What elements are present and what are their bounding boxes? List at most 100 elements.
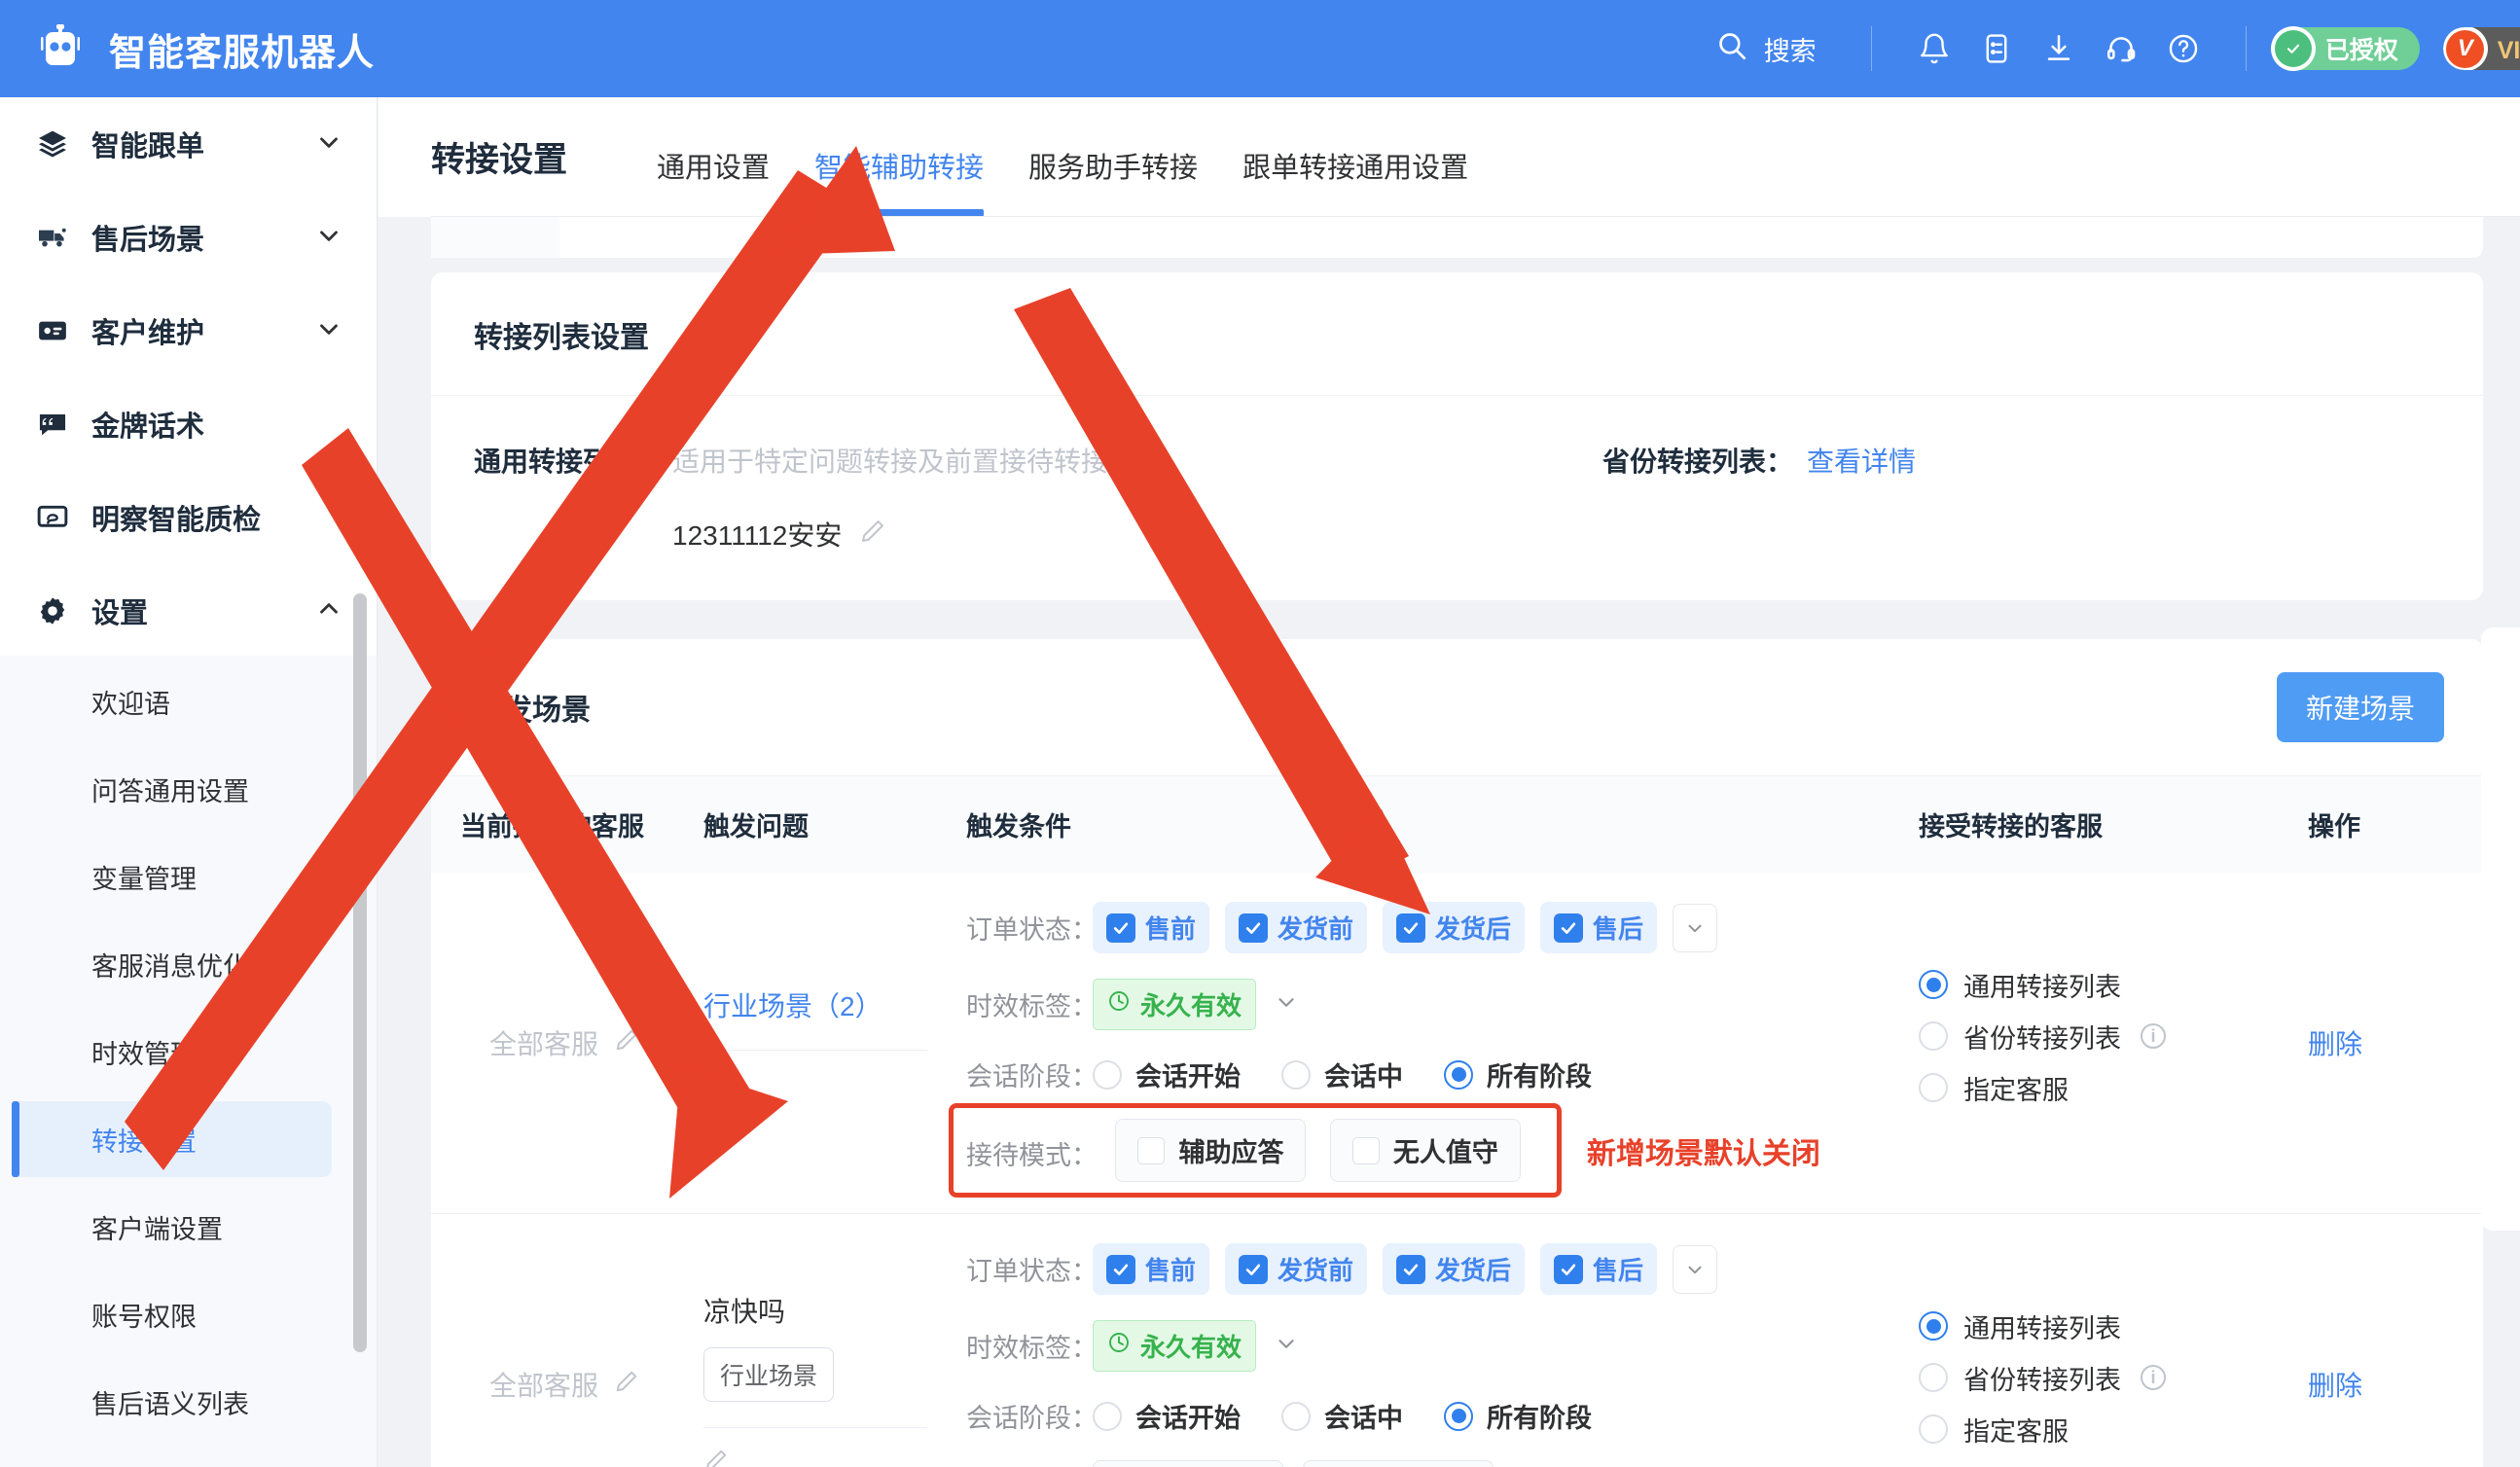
radio-label: 所有阶段 xyxy=(1487,1062,1592,1091)
order-status-chip-aftersale[interactable]: 售后 xyxy=(1540,902,1658,953)
sidebar-item-timeliness-management[interactable]: 时效管理 xyxy=(0,1008,377,1095)
order-status-row: 订单状态： 售前 发货前 发货后 售后 xyxy=(966,902,1919,953)
help-icon[interactable] xyxy=(2152,18,2214,80)
cell-question: 行业场景（2） xyxy=(703,873,966,1214)
sidebar-group-customer-maintenance[interactable]: 客户维护 xyxy=(0,284,377,377)
session-stage-option-start[interactable]: 会话开始 xyxy=(1093,1397,1241,1435)
sidebar-item-label: 欢迎语 xyxy=(91,689,170,719)
reception-mode-chip-unattended[interactable]: 无人值守 xyxy=(1303,1460,1494,1467)
order-status-expand-button[interactable] xyxy=(1673,903,1718,952)
info-icon[interactable]: i xyxy=(2141,1365,2166,1390)
sidebar-group-aftersale-scene[interactable]: 售后场景 xyxy=(0,191,377,284)
search-button[interactable]: 搜索 xyxy=(1715,29,1871,69)
radio-label: 会话开始 xyxy=(1135,1404,1241,1433)
chip-label: 发货后 xyxy=(1435,1256,1512,1285)
order-status-expand-button[interactable] xyxy=(1673,1244,1718,1294)
reception-mode-chip-assist[interactable]: 辅助应答 xyxy=(1115,1119,1307,1182)
time-tag-label: 时效标签： xyxy=(966,1334,1098,1363)
tab-label: 服务助手转接 xyxy=(1028,153,1199,184)
order-status-chip-postship[interactable]: 发货后 xyxy=(1383,1243,1526,1295)
question-link[interactable]: 行业场景（2） xyxy=(703,991,882,1021)
annotation-note: 新增场景默认关闭 xyxy=(1586,1137,1820,1170)
time-tag-value[interactable]: 永久有效 xyxy=(1093,1320,1257,1372)
sidebar-group-settings[interactable]: 设置 xyxy=(0,564,377,658)
transfer-list-card: 转接列表设置 通用转接列表： 适用于特定问题转接及前置接待转接 12311112… xyxy=(431,272,2483,600)
sidebar-item-variable-management[interactable]: 变量管理 xyxy=(0,833,377,920)
order-status-chip-preship[interactable]: 发货前 xyxy=(1225,1243,1368,1295)
headset-icon[interactable] xyxy=(2090,18,2152,80)
time-tag-chevron-down-icon[interactable] xyxy=(1274,989,1299,1020)
pencil-icon[interactable] xyxy=(614,1369,639,1401)
radio-icon xyxy=(1281,1059,1311,1090)
vip-logo-icon: V xyxy=(2442,27,2488,70)
transfer-list-title: 转接列表设置 xyxy=(431,272,2483,396)
table-row: 全部客服 行业场景（2） 订单状态： 售前 发货前 发货后 售后 时效标签： 永… xyxy=(431,873,2483,1214)
sidebar-group-smart-order[interactable]: 智能跟单 xyxy=(0,97,377,191)
download-icon[interactable] xyxy=(2028,18,2090,80)
check-icon xyxy=(1554,912,1584,943)
clipboard-icon[interactable] xyxy=(1965,18,2028,80)
delete-button[interactable]: 删除 xyxy=(2308,1029,2362,1059)
new-scene-button[interactable]: 新建场景 xyxy=(2276,672,2444,742)
sidebar-item-client-settings[interactable]: 客户端设置 xyxy=(0,1183,377,1270)
order-status-chip-presale[interactable]: 售前 xyxy=(1093,1243,1210,1295)
session-stage-option-all[interactable]: 所有阶段 xyxy=(1444,1397,1592,1435)
cell-accept: 通用转接列表 省份转接列表 i 指定客服 xyxy=(1919,1213,2308,1467)
pencil-icon[interactable] xyxy=(614,1027,639,1059)
radio-icon xyxy=(1281,1401,1311,1431)
radio-label: 会话中 xyxy=(1324,1062,1403,1091)
tab-smart-assist-transfer[interactable]: 智能辅助转接 xyxy=(814,145,985,217)
time-tag-chevron-down-icon[interactable] xyxy=(1274,1331,1299,1361)
delete-button[interactable]: 删除 xyxy=(2308,1371,2362,1401)
pencil-icon[interactable] xyxy=(859,518,886,552)
reception-mode-chip-unattended[interactable]: 无人值守 xyxy=(1329,1119,1521,1182)
order-status-chip-presale[interactable]: 售前 xyxy=(1093,902,1210,953)
sidebar-item-transfer-settings[interactable]: 转接设置 xyxy=(0,1095,377,1183)
col-header-agent: 当前接待的客服 xyxy=(431,776,703,873)
sidebar-item-message-optimization[interactable]: 客服消息优化... xyxy=(0,920,377,1008)
tab-general-settings[interactable]: 通用设置 xyxy=(657,145,770,217)
accept-option-province-list[interactable]: 省份转接列表 i xyxy=(1919,1359,2308,1397)
pencil-icon[interactable] xyxy=(703,1448,927,1467)
session-stage-option-during[interactable]: 会话中 xyxy=(1281,1397,1403,1435)
accept-option-province-list[interactable]: 省份转接列表 i xyxy=(1919,1018,2308,1056)
order-status-chip-postship[interactable]: 发货后 xyxy=(1383,902,1526,953)
sidebar-group-gold-script[interactable]: 金牌话术 xyxy=(0,377,377,471)
session-stage-option-start[interactable]: 会话开始 xyxy=(1093,1056,1241,1093)
view-details-link[interactable]: 查看详情 xyxy=(1807,441,1916,480)
sidebar-item-welcome[interactable]: 欢迎语 xyxy=(0,658,377,745)
tab-order-transfer-general[interactable]: 跟单转接通用设置 xyxy=(1242,145,1468,217)
session-stage-option-all[interactable]: 所有阶段 xyxy=(1444,1056,1592,1093)
sidebar-item-aftersale-semantics[interactable]: 售后语义列表 xyxy=(0,1358,377,1446)
gear-icon xyxy=(35,595,70,626)
info-icon[interactable]: i xyxy=(2141,1023,2166,1049)
tab-service-assistant-transfer[interactable]: 服务助手转接 xyxy=(1028,145,1198,217)
chip-label: 售前 xyxy=(1145,1256,1197,1285)
question-text: 凉快吗 xyxy=(703,1297,786,1327)
accept-option-specific-agent[interactable]: 指定客服 xyxy=(1919,1069,2308,1107)
reception-mode-chip-assist[interactable]: 辅助应答 xyxy=(1093,1460,1283,1467)
chip-label: 发货前 xyxy=(1278,1256,1354,1285)
order-status-chip-aftersale[interactable]: 售后 xyxy=(1540,1243,1658,1295)
chip-label: 售后 xyxy=(1593,914,1644,944)
session-stage-row: 会话阶段： 会话开始 会话中 所有阶段 xyxy=(966,1056,1919,1093)
sidebar-item-qa-general[interactable]: 问答通用设置 xyxy=(0,745,377,833)
time-tag-value[interactable]: 永久有效 xyxy=(1093,979,1257,1030)
sidebar-scrollbar[interactable] xyxy=(353,593,367,1352)
page-title: 转接设置 xyxy=(431,141,568,179)
session-stage-option-during[interactable]: 会话中 xyxy=(1281,1056,1403,1093)
header-right: 搜索 已授权 V VI xyxy=(1715,0,2520,97)
time-tag-row: 时效标签： 永久有效 xyxy=(966,979,1919,1030)
radio-label: 通用转接列表 xyxy=(1963,1313,2121,1343)
accept-option-general-list[interactable]: 通用转接列表 xyxy=(1919,966,2308,1004)
time-tag-label: 时效标签： xyxy=(966,992,1098,1021)
sidebar-item-account-permissions[interactable]: 账号权限 xyxy=(0,1270,377,1358)
sidebar-group-quality-inspection[interactable]: 明察智能质检 xyxy=(0,471,377,564)
pencil-icon[interactable] xyxy=(703,1070,927,1100)
accept-option-specific-agent[interactable]: 指定客服 xyxy=(1919,1411,2308,1449)
bell-icon[interactable] xyxy=(1903,18,1965,80)
check-icon xyxy=(1396,912,1426,943)
order-status-chip-preship[interactable]: 发货前 xyxy=(1225,902,1368,953)
time-tag-text: 永久有效 xyxy=(1140,991,1242,1020)
accept-option-general-list[interactable]: 通用转接列表 xyxy=(1919,1307,2308,1345)
